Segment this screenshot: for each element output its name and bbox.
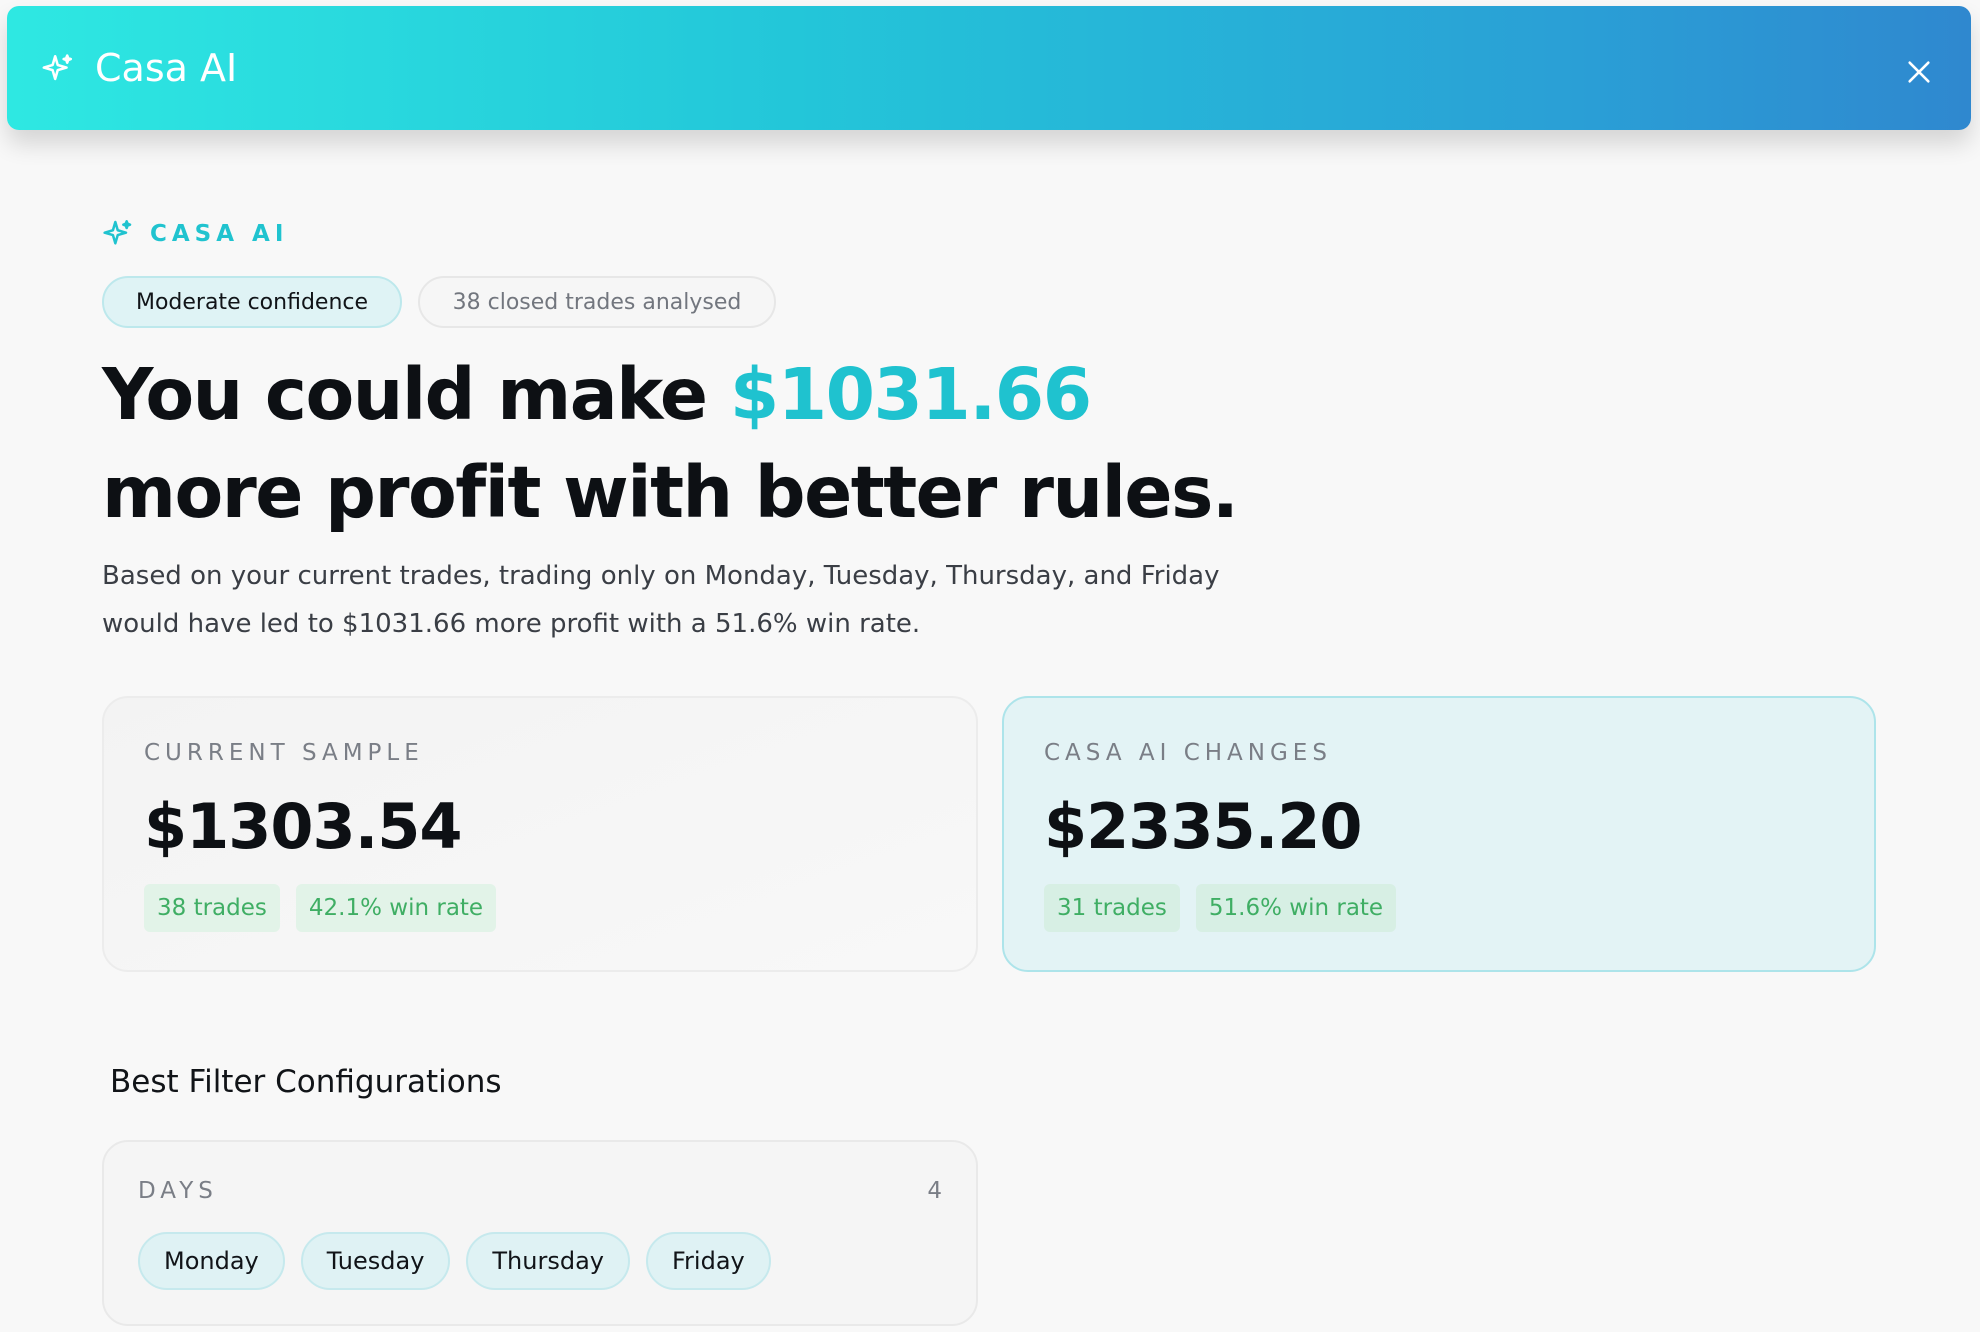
- sparkle-icon: [103, 220, 132, 245]
- card-stats: 38 trades 42.1% win rate: [144, 884, 497, 932]
- current-sample-card: CURRENT SAMPLE $1303.54 38 trades 42.1% …: [102, 696, 978, 972]
- sparkle-icon: [42, 54, 73, 81]
- headline: You could make $1031.66 more profit with…: [102, 346, 1239, 542]
- headline-prefix: You could make: [102, 353, 730, 436]
- day-chip-thursday[interactable]: Thursday: [466, 1232, 630, 1290]
- filter-count: 4: [927, 1178, 942, 1204]
- day-chip-friday[interactable]: Friday: [646, 1232, 771, 1290]
- trades-analysed-badge: 38 closed trades analysed: [418, 276, 776, 328]
- headline-line2: more profit with better rules.: [102, 451, 1239, 534]
- headline-amount: $1031.66: [729, 353, 1092, 436]
- card-label: CURRENT SAMPLE: [144, 740, 424, 766]
- confidence-badge: Moderate confidence: [102, 276, 402, 328]
- win-rate-badge: 42.1% win rate: [295, 884, 497, 932]
- app-title: Casa AI: [95, 46, 238, 90]
- filter-label: DAYS: [138, 1178, 218, 1204]
- description-line-2: would have led to $1031.66 more profit w…: [102, 609, 921, 639]
- close-icon[interactable]: [1905, 58, 1933, 86]
- win-rate-badge: 51.6% win rate: [1195, 884, 1397, 932]
- kicker-label: CASA AI: [150, 221, 289, 247]
- days-filter-card: DAYS 4 Monday Tuesday Thursday Friday: [102, 1140, 978, 1326]
- casa-ai-kicker: CASA AI: [102, 218, 288, 250]
- day-chip-tuesday[interactable]: Tuesday: [300, 1232, 451, 1290]
- trades-count-badge: 31 trades: [1044, 884, 1180, 932]
- description-line-1: Based on your current trades, trading on…: [102, 561, 1220, 591]
- card-value: $1303.54: [144, 790, 463, 863]
- casa-ai-changes-card: CASA AI CHANGES $2335.20 31 trades 51.6%…: [1002, 696, 1876, 972]
- day-chip-monday[interactable]: Monday: [138, 1232, 285, 1290]
- card-stats: 31 trades 51.6% win rate: [1044, 884, 1397, 932]
- section-title: Best Filter Configurations: [110, 1064, 502, 1100]
- card-value: $2335.20: [1044, 790, 1363, 863]
- day-chips: Monday Tuesday Thursday Friday: [138, 1232, 771, 1290]
- card-label: CASA AI CHANGES: [1044, 740, 1332, 766]
- trades-count-badge: 38 trades: [144, 884, 280, 932]
- description: Based on your current trades, trading on…: [102, 552, 1302, 648]
- top-bar: Casa AI: [7, 6, 1971, 130]
